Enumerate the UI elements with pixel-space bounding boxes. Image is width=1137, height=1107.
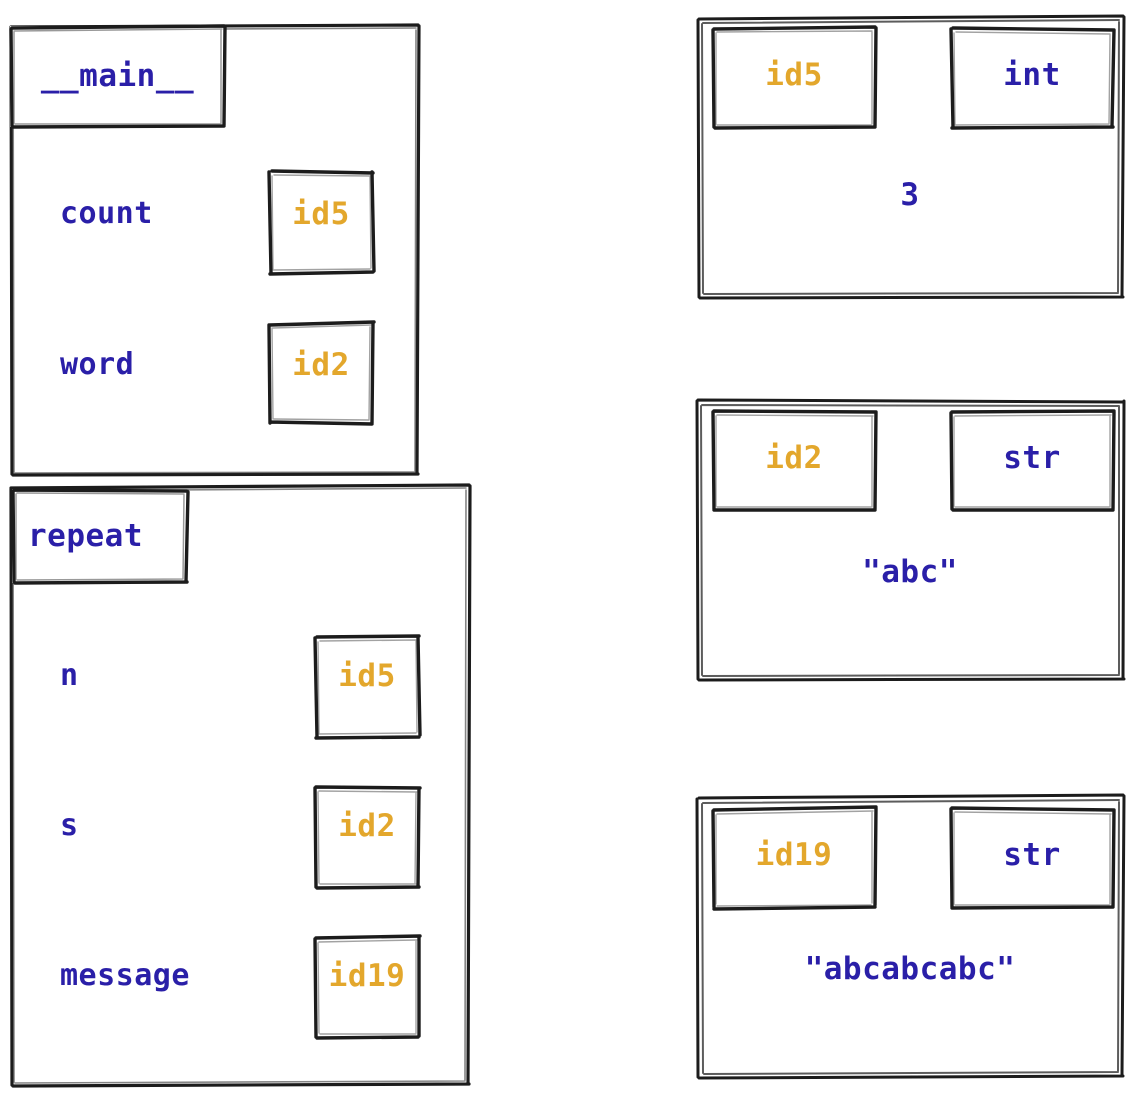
variable-label-message: message bbox=[60, 958, 190, 993]
object-type-id19: str bbox=[1003, 837, 1061, 873]
variable-ref-word: id2 bbox=[292, 347, 350, 383]
variable-label-count: count bbox=[60, 196, 153, 231]
variable-ref-message: id19 bbox=[328, 958, 406, 994]
variable-ref-n: id5 bbox=[338, 658, 396, 694]
object-type-id2: str bbox=[1003, 440, 1061, 476]
object-value-id2: "abc" bbox=[862, 554, 958, 590]
memory-model-diagram: __main__ count id5 word id2 repeat n id5… bbox=[0, 0, 1137, 1107]
variable-label-word: word bbox=[60, 347, 135, 382]
object-id-id2: id2 bbox=[765, 440, 823, 476]
frame-main-name: __main__ bbox=[40, 58, 195, 94]
object-value-id5: 3 bbox=[900, 177, 920, 213]
object-type-id5: int bbox=[1003, 57, 1061, 93]
variable-ref-s: id2 bbox=[338, 808, 396, 844]
frame-repeat-name: repeat bbox=[28, 518, 143, 554]
variable-label-n: n bbox=[60, 658, 79, 693]
variable-label-s: s bbox=[60, 808, 79, 843]
variable-ref-count: id5 bbox=[292, 196, 350, 232]
object-value-id19: "abcabcabc" bbox=[804, 951, 1016, 987]
object-id-id5: id5 bbox=[765, 57, 823, 93]
object-id-id19: id19 bbox=[755, 837, 833, 873]
